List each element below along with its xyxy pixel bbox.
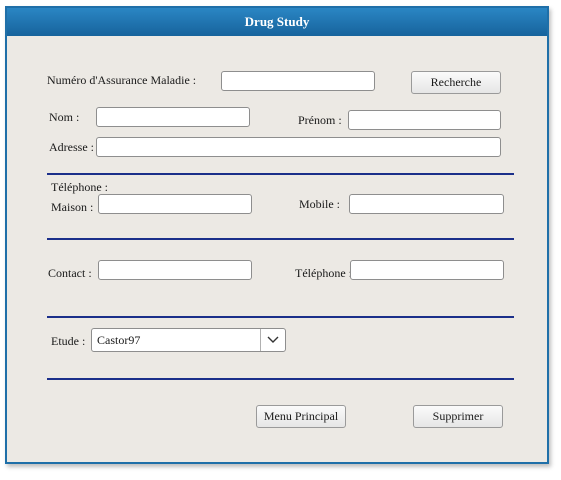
drug-study-window: Drug Study Numéro d'Assurance Maladie : … — [5, 6, 549, 464]
prenom-input[interactable] — [348, 110, 501, 130]
main-menu-button[interactable]: Menu Principal — [256, 405, 346, 428]
search-button[interactable]: Recherche — [411, 71, 501, 94]
chevron-down-icon[interactable] — [260, 329, 285, 351]
adresse-input[interactable] — [96, 137, 501, 157]
maison-phone-input[interactable] — [98, 194, 252, 214]
delete-button[interactable]: Supprimer — [413, 405, 503, 428]
contact-label: Contact : — [48, 266, 92, 280]
mobile-label: Mobile : — [299, 197, 340, 211]
etude-select[interactable]: Castor97 — [91, 328, 286, 352]
section-divider — [47, 378, 514, 380]
nam-label: Numéro d'Assurance Maladie : — [47, 73, 197, 87]
window-title: Drug Study — [244, 14, 310, 29]
nom-label: Nom : — [49, 110, 80, 124]
prenom-label: Prénom : — [298, 113, 342, 127]
section-divider — [47, 316, 514, 318]
contact-telephone-label: Téléphone : — [295, 266, 352, 280]
nam-input[interactable] — [221, 71, 375, 91]
maison-label: Maison : — [51, 200, 94, 214]
section-divider — [47, 173, 514, 175]
window-title-bar: Drug Study — [7, 8, 547, 36]
contact-input[interactable] — [98, 260, 252, 280]
telephone-header: Téléphone : — [51, 180, 108, 194]
section-divider — [47, 238, 514, 240]
etude-label: Etude : — [51, 334, 86, 348]
mobile-phone-input[interactable] — [349, 194, 504, 214]
etude-selected-value: Castor97 — [97, 333, 141, 347]
nom-input[interactable] — [96, 107, 250, 127]
adresse-label: Adresse : — [49, 140, 94, 154]
contact-telephone-input[interactable] — [350, 260, 504, 280]
